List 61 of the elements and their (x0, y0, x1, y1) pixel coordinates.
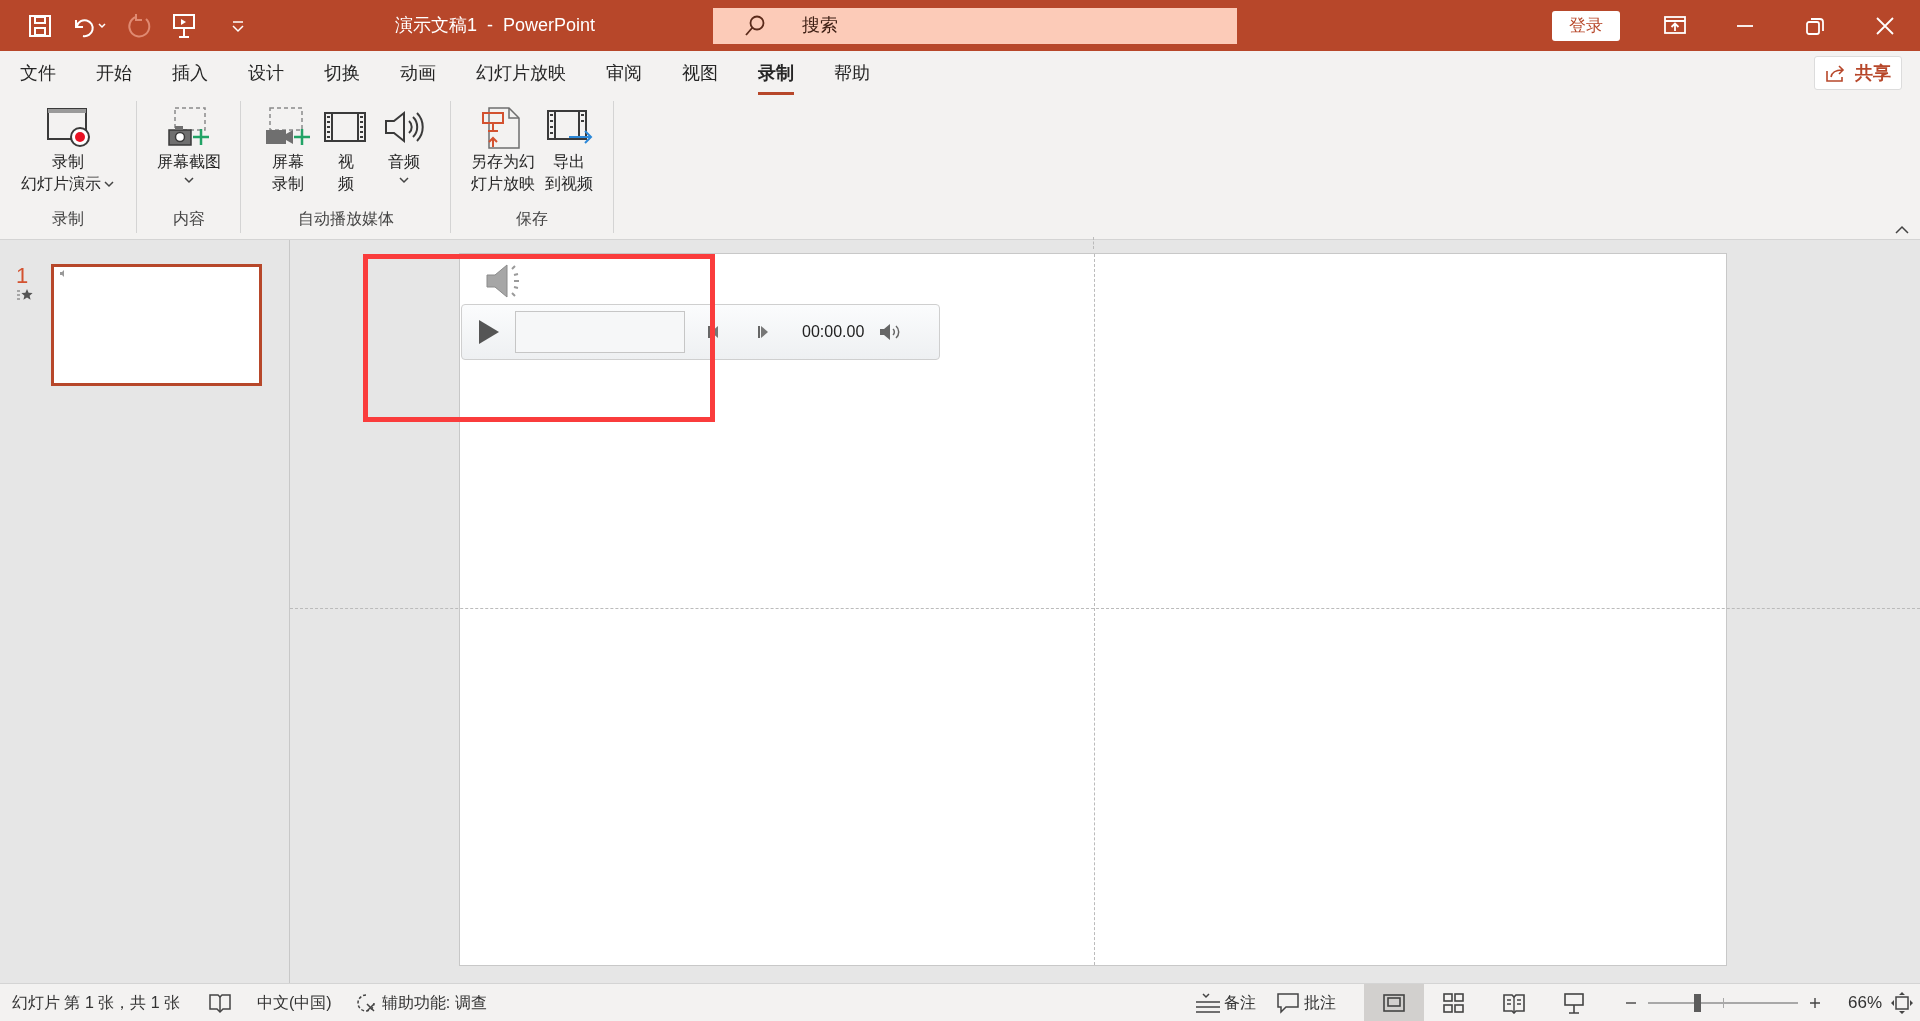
slide-thumbnail[interactable] (51, 264, 262, 386)
group-label: 内容 (172, 209, 205, 229)
normal-view-icon (1381, 991, 1406, 1014)
group-label: 自动播放媒体 (297, 209, 394, 229)
window-title: 演示文稿1 - PowerPoint (393, 14, 597, 37)
sorter-view-icon (1441, 991, 1466, 1014)
menu-tab[interactable]: 开始 (76, 51, 152, 95)
zoom-slider[interactable] (1647, 992, 1798, 1013)
accessibility-button[interactable]: 辅助功能: 调查 (353, 990, 487, 1015)
menu-tab[interactable]: 切换 (304, 51, 380, 95)
view-button[interactable] (1363, 984, 1424, 1021)
menu-tab[interactable]: 帮助 (814, 51, 890, 95)
slide-number: 1 (16, 264, 29, 288)
zoom-slider-thumb[interactable] (1694, 993, 1702, 1012)
comments-button[interactable]: 批注 (1275, 990, 1336, 1015)
play-icon[interactable] (477, 319, 501, 345)
ribbon-button[interactable]: 录制 幻灯片演示 (18, 101, 118, 207)
search-field[interactable]: 搜索 (713, 7, 1237, 44)
redo-icon (126, 12, 152, 39)
sign-in-button[interactable]: 登录 (1552, 10, 1620, 41)
skip-back-icon[interactable] (707, 325, 719, 339)
speaker-icon (59, 270, 67, 277)
notes-icon (1194, 991, 1221, 1014)
menu-tab[interactable]: 文件 (0, 51, 76, 95)
animation-star-icon (16, 288, 34, 302)
presentation-icon[interactable] (172, 12, 196, 39)
menu-tab[interactable]: 视图 (662, 51, 738, 95)
ribbon-button[interactable]: 音频 (376, 101, 431, 207)
slideshow-view-icon (1561, 991, 1586, 1014)
ribbon-button[interactable]: 导出 到视频 (542, 101, 596, 207)
save-icon[interactable] (28, 13, 52, 38)
menu-tab[interactable]: 审阅 (586, 51, 662, 95)
language-label: 中文(中国) (257, 992, 332, 1013)
book-check-icon[interactable] (208, 991, 233, 1014)
share-icon (1825, 63, 1847, 83)
group-label: 保存 (516, 209, 548, 229)
menu-tab[interactable]: 设计 (228, 51, 304, 95)
search-icon (743, 13, 767, 38)
collapse-ribbon-icon[interactable] (1894, 225, 1910, 235)
menu-tab[interactable]: 动画 (380, 51, 456, 95)
menu-tab[interactable]: 幻灯片放映 (456, 51, 586, 95)
ribbon-button[interactable]: 视 频 (318, 101, 373, 207)
reading-view-icon (1501, 991, 1526, 1014)
notes-button[interactable]: 备注 (1194, 990, 1256, 1015)
caret-icon (103, 179, 115, 189)
comment-icon (1275, 991, 1300, 1014)
zoom-in-icon[interactable] (1807, 995, 1822, 1010)
time-readout: 00:00.00 (802, 322, 865, 342)
zoom-percentage: 66% (1847, 991, 1882, 1014)
customize-caret-icon[interactable] (230, 18, 246, 33)
group-label: 录制 (52, 209, 84, 229)
ribbon-button[interactable]: 屏幕截图 (153, 101, 224, 207)
slide-counter: 幻灯片 第 1 张，共 1 张 (12, 992, 181, 1013)
menu-tab[interactable]: 录制 (738, 51, 814, 95)
fit-to-window-icon[interactable] (1890, 990, 1914, 1015)
menu-tab[interactable]: 插入 (152, 51, 228, 95)
ribbon-button[interactable]: 屏幕 录制 (260, 101, 315, 207)
skip-forward-icon[interactable] (757, 325, 769, 339)
share-button[interactable]: 共享 (1814, 56, 1902, 90)
ribbon-button[interactable]: 另存为幻 灯片放映 (468, 101, 538, 207)
record-screen-icon (44, 105, 92, 149)
